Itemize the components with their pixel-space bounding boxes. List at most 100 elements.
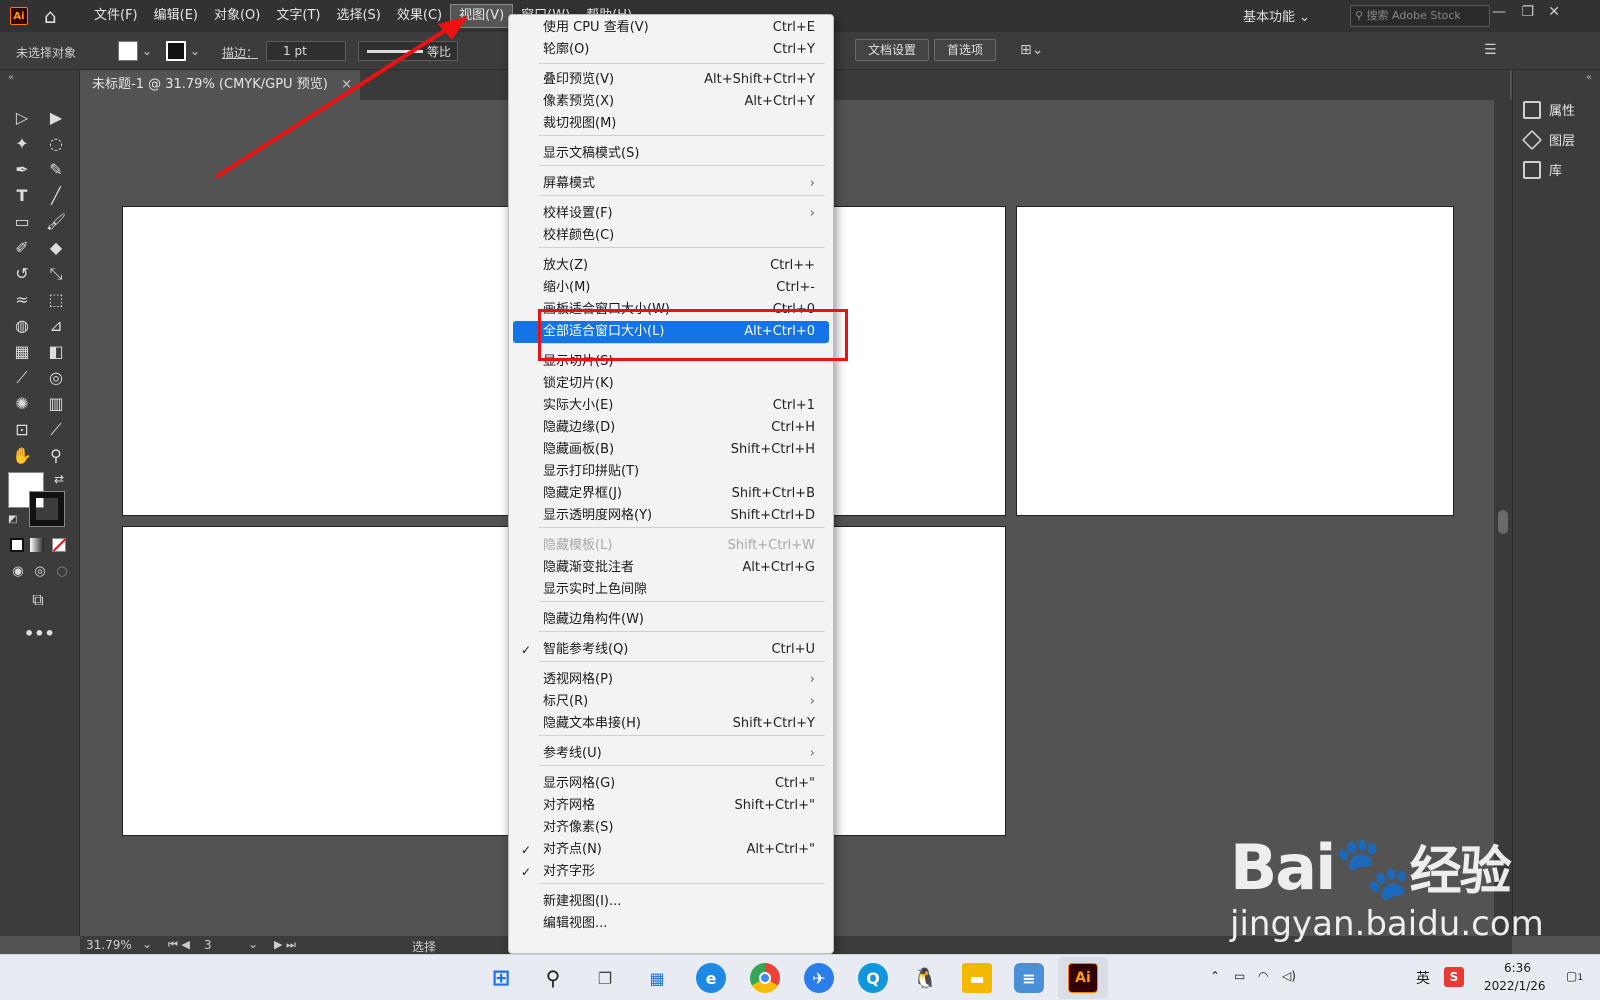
view-menu-item[interactable]: 编辑视图... bbox=[513, 913, 829, 935]
view-menu-item[interactable]: 校样设置(F) › bbox=[513, 203, 829, 225]
task-view-icon[interactable]: ❐ bbox=[590, 963, 620, 993]
direct-selection-tool-icon[interactable]: ▶ bbox=[42, 106, 70, 130]
chrome-icon[interactable] bbox=[750, 963, 780, 993]
gradient-mode-icon[interactable] bbox=[30, 538, 44, 552]
battery-icon[interactable]: ▭ bbox=[1234, 969, 1245, 983]
minimize-icon[interactable]: — bbox=[1492, 4, 1506, 20]
edit-toolbar-icon[interactable]: ••• bbox=[24, 622, 55, 646]
swap-colors-icon[interactable]: ⇄ bbox=[54, 472, 64, 486]
view-menu-item[interactable]: 标尺(R) › bbox=[513, 691, 829, 713]
shape-builder-tool-icon[interactable]: ◍ bbox=[8, 314, 36, 338]
arrange-documents-icon[interactable]: ⊞⌄ bbox=[1020, 42, 1043, 58]
perspective-grid-tool-icon[interactable]: ⊿ bbox=[42, 314, 70, 338]
zoom-dropdown-icon[interactable]: ⌄ bbox=[142, 937, 152, 951]
zoom-tool-icon[interactable]: ⚲ bbox=[42, 444, 70, 468]
workspace-switcher[interactable]: 基本功能 ⌄ bbox=[1243, 6, 1310, 25]
tab-close-icon[interactable]: × bbox=[341, 70, 352, 100]
color-mode-icon[interactable] bbox=[10, 538, 24, 552]
stroke-swatch[interactable] bbox=[166, 41, 186, 61]
artboard-number[interactable]: 3 bbox=[204, 938, 212, 952]
line-tool-icon[interactable]: ╱ bbox=[42, 184, 70, 208]
notification-icon[interactable]: ▢1 bbox=[1566, 969, 1583, 983]
pen-tool-icon[interactable]: ✒ bbox=[8, 158, 36, 182]
close-icon[interactable]: ✕ bbox=[1548, 4, 1560, 20]
view-menu-item[interactable]: ✓ 智能参考线(Q) Ctrl+U bbox=[513, 639, 829, 661]
search-taskbar-icon[interactable]: ⚲ bbox=[538, 963, 568, 993]
start-icon[interactable]: ⊞ bbox=[486, 963, 516, 993]
blend-tool-icon[interactable]: ◎ bbox=[42, 366, 70, 390]
view-menu-item[interactable]: 显示网格(G) Ctrl+" bbox=[513, 773, 829, 795]
home-icon[interactable]: ⌂ bbox=[44, 6, 66, 26]
last-artboard-icon[interactable]: ▶ ⏭ bbox=[274, 938, 296, 952]
document-tab[interactable]: 未标题-1 @ 31.79% (CMYK/GPU 预览) × bbox=[80, 70, 360, 100]
stroke-label[interactable]: 描边： bbox=[222, 44, 258, 61]
type-tool-icon[interactable]: T bbox=[8, 184, 36, 208]
menu-select[interactable]: 选择(S) bbox=[328, 0, 388, 32]
view-menu-item[interactable]: 放大(Z) Ctrl++ bbox=[513, 255, 829, 277]
artboard-2[interactable] bbox=[1016, 206, 1454, 516]
artboard-dropdown-icon[interactable]: ⌄ bbox=[248, 937, 258, 951]
view-menu-item[interactable]: 隐藏画板(B) Shift+Ctrl+H bbox=[513, 439, 829, 461]
view-menu-item[interactable]: 锁定切片(K) bbox=[513, 373, 829, 395]
artboard-tool-icon[interactable]: ⊡ bbox=[8, 418, 36, 442]
graph-tool-icon[interactable]: ▥ bbox=[42, 392, 70, 416]
edge-icon[interactable]: e bbox=[696, 963, 726, 993]
zoom-level[interactable]: 31.79% bbox=[86, 938, 132, 952]
stroke-color-swatch[interactable] bbox=[29, 491, 65, 527]
tray-overflow-icon[interactable]: ⌃ bbox=[1210, 969, 1220, 983]
view-menu-item[interactable]: 隐藏渐变批注者 Alt+Ctrl+G bbox=[513, 557, 829, 579]
view-menu-item[interactable]: ✓ 对齐字形 bbox=[513, 861, 829, 883]
vertical-scrollbar[interactable] bbox=[1494, 100, 1512, 936]
rotate-tool-icon[interactable]: ↺ bbox=[8, 262, 36, 286]
file-explorer-icon[interactable]: ▬ bbox=[962, 963, 992, 993]
lasso-tool-icon[interactable]: ◌ bbox=[42, 132, 70, 156]
panel-options-icon[interactable]: ☰ bbox=[1484, 42, 1497, 58]
default-colors-icon[interactable]: ◩ bbox=[8, 514, 17, 525]
magic-wand-tool-icon[interactable]: ✦ bbox=[8, 132, 36, 156]
scale-tool-icon[interactable]: ⤡ bbox=[42, 262, 70, 286]
clock-date[interactable]: 2022/1/26 bbox=[1484, 979, 1546, 993]
preferences-button[interactable]: 首选项 bbox=[934, 39, 997, 61]
view-menu-item[interactable]: 新建视图(I)... bbox=[513, 891, 829, 913]
qq-icon[interactable]: 🐧 bbox=[910, 963, 940, 993]
view-menu-item[interactable]: 裁切视图(M) bbox=[513, 113, 829, 135]
selection-tool-icon[interactable]: ▷ bbox=[8, 106, 36, 130]
menu-type[interactable]: 文字(T) bbox=[268, 0, 328, 32]
view-menu-item[interactable]: 显示透明度网格(Y) Shift+Ctrl+D bbox=[513, 505, 829, 527]
view-menu-item[interactable]: 显示文稿模式(S) bbox=[513, 143, 829, 165]
fill-swatch[interactable] bbox=[118, 41, 138, 61]
expand-panels-icon[interactable]: « bbox=[1586, 72, 1592, 83]
draw-inside-icon[interactable]: ○ bbox=[48, 560, 76, 584]
view-menu-item[interactable]: 显示打印拼贴(T) bbox=[513, 461, 829, 483]
view-menu-item[interactable]: 实际大小(E) Ctrl+1 bbox=[513, 395, 829, 417]
menu-object[interactable]: 对象(O) bbox=[206, 0, 268, 32]
symbol-sprayer-tool-icon[interactable]: ✺ bbox=[8, 392, 36, 416]
rectangle-tool-icon[interactable]: ▭ bbox=[8, 210, 36, 234]
notepad-icon[interactable]: ≡ bbox=[1014, 963, 1044, 993]
first-artboard-icon[interactable]: ⏮ ◀ bbox=[168, 938, 190, 952]
volume-icon[interactable]: ◁) bbox=[1282, 969, 1296, 983]
eyedropper-tool-icon[interactable]: ⟋ bbox=[8, 366, 36, 390]
collapse-icon[interactable]: « bbox=[8, 72, 14, 83]
width-tool-icon[interactable]: ≈ bbox=[8, 288, 36, 312]
clock-time[interactable]: 6:36 bbox=[1504, 961, 1531, 975]
qq-browser-icon[interactable]: Q bbox=[858, 963, 888, 993]
gradient-tool-icon[interactable]: ◧ bbox=[42, 340, 70, 364]
view-menu-item[interactable]: 透视网格(P) › bbox=[513, 669, 829, 691]
wifi-icon[interactable]: ◠ bbox=[1258, 969, 1268, 983]
view-menu-item[interactable]: 显示实时上色间隙 bbox=[513, 579, 829, 601]
panel-layers[interactable]: 图层 bbox=[1521, 129, 1575, 150]
hand-tool-icon[interactable]: ✋ bbox=[8, 444, 36, 468]
view-menu-item[interactable]: 叠印预览(V) Alt+Shift+Ctrl+Y bbox=[513, 69, 829, 91]
stock-search-input[interactable]: ⚲ 搜索 Adobe Stock bbox=[1350, 5, 1490, 27]
view-menu-item[interactable]: 屏幕模式 › bbox=[513, 173, 829, 195]
view-menu-item[interactable]: ✓ 对齐点(N) Alt+Ctrl+" bbox=[513, 839, 829, 861]
feishu-icon[interactable]: ✈ bbox=[804, 963, 834, 993]
view-menu-item[interactable]: 像素预览(X) Alt+Ctrl+Y bbox=[513, 91, 829, 113]
restore-icon[interactable]: ❐ bbox=[1521, 4, 1534, 20]
view-menu-item[interactable]: 轮廓(O) Ctrl+Y bbox=[513, 39, 829, 61]
fill-dropdown-icon[interactable]: ⌄ bbox=[142, 44, 152, 58]
none-mode-icon[interactable] bbox=[52, 538, 67, 552]
panel-libraries[interactable]: 库 bbox=[1523, 160, 1562, 179]
menu-effect[interactable]: 效果(C) bbox=[389, 0, 450, 32]
